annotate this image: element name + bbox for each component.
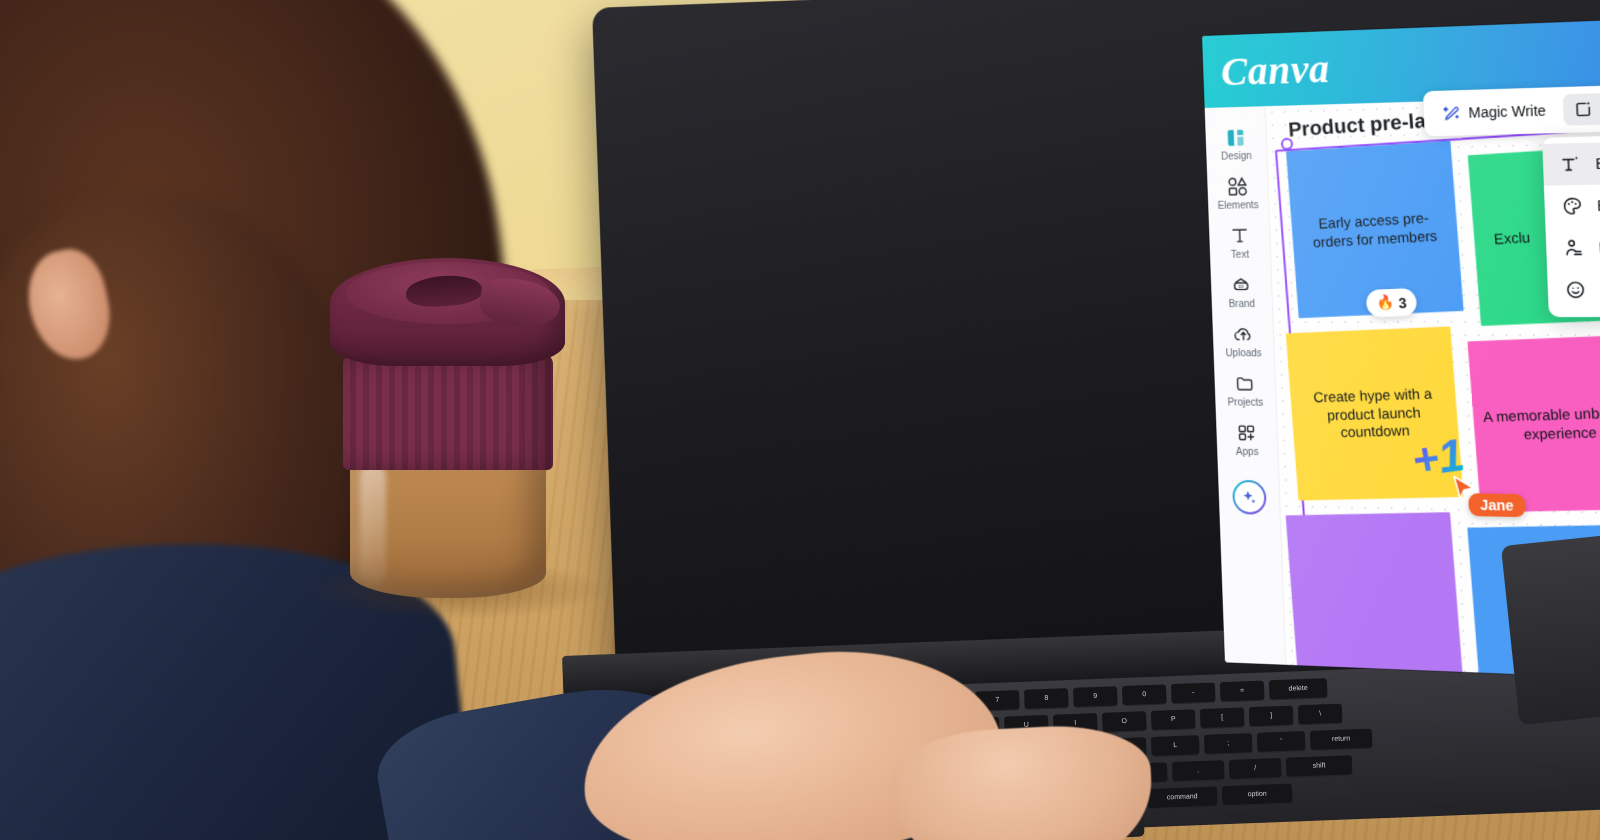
keyboard-key[interactable]: 8 [1023,688,1069,710]
keyboard-key[interactable]: shift [1285,755,1353,778]
magic-write-label: Magic Write [1468,102,1547,121]
sort-menu-label: By topic [1595,153,1600,173]
sidebar-item-text[interactable]: Text [1210,217,1269,267]
sidebar-item-uploads[interactable]: Uploads [1214,316,1273,365]
elements-icon [1209,175,1267,198]
keyboard-key[interactable]: ; [1203,733,1253,755]
uploads-icon [1214,323,1272,345]
sidebar-label-design: Design [1220,150,1252,163]
sidebar-label-apps: Apps [1235,446,1259,459]
keyboard-key[interactable]: 0 [1121,684,1167,707]
smiley-icon [1564,279,1586,300]
sort-menu-item-by-topic[interactable]: By topic [1542,138,1600,186]
sidebar-label-projects: Projects [1227,397,1264,409]
keyboard-key[interactable]: [ [1199,707,1245,730]
sidebar-label-uploads: Uploads [1225,348,1262,360]
keyboard-key[interactable]: L [1150,735,1200,757]
sparkle-icon [1243,490,1256,504]
sticky-note-text: Exclu [1493,228,1531,248]
reaction-count: 3 [1397,293,1408,311]
sticky-note-text: Early access pre-orders for members [1312,209,1438,250]
keyboard-key[interactable]: return [1309,728,1373,751]
keyboard-key[interactable]: = [1219,680,1265,703]
coffee-cup [330,258,565,598]
cursor-label-jane: Jane [1468,493,1526,518]
reaction-badge-fire[interactable]: 🔥 3 [1365,287,1418,318]
magic-pen-icon [1442,104,1461,123]
magic-write-button[interactable]: Magic Write [1432,95,1558,130]
text-sort-icon [1560,156,1579,175]
sort-button[interactable]: Sort [1562,92,1600,126]
keyboard-key[interactable]: \ [1297,703,1343,726]
sidebar-label-brand: Brand [1228,298,1256,311]
design-icon [1207,125,1265,149]
text-icon [1210,224,1268,247]
keyboard-key[interactable]: / [1228,757,1282,780]
sort-icon [1573,101,1593,119]
sidebar-item-apps[interactable]: Apps [1217,414,1276,464]
canva-logo[interactable]: Canva [1220,44,1330,95]
keyboard-key[interactable]: - [1170,682,1216,705]
sidebar-label-text: Text [1230,249,1250,261]
laptop: `1234567890-=deletetabQWERTYUIOP[]\capsA… [368,0,1600,840]
keyboard-key[interactable]: ' [1256,731,1306,753]
person-icon [1563,237,1585,258]
sort-dropdown-menu: By topic By color [1542,132,1600,318]
palette-icon [1561,195,1583,216]
desk-side-object [1500,534,1600,726]
sidebar-item-projects[interactable]: Projects [1216,365,1275,415]
keyboard-key[interactable]: ] [1248,705,1294,728]
sidebar-item-design[interactable]: Design [1207,118,1266,169]
sidebar-item-brand[interactable]: co Brand [1212,267,1271,317]
cup-highlight [360,464,386,584]
keyboard-key[interactable]: option [1221,783,1293,807]
svg-text:co: co [1238,285,1244,290]
keyboard-key[interactable]: P [1150,709,1196,731]
sort-menu-item-by-reactions[interactable]: By reactions [1547,267,1600,311]
sticky-note-text: A memorable unboxing experience [1482,403,1600,443]
sort-menu-item-by-color[interactable]: By color [1544,181,1600,227]
keyboard-key[interactable]: delete [1268,678,1328,701]
brand-icon: co [1212,274,1270,297]
keyboard-key[interactable]: O [1101,711,1147,733]
fire-emoji: 🔥 [1375,293,1395,312]
keyboard-key[interactable]: . [1171,760,1225,783]
sort-menu-item-by-name[interactable]: By name [1545,224,1600,269]
cup-grip-band [343,354,553,470]
sticky-note[interactable] [1285,512,1463,678]
photo-scene: `1234567890-=deletetabQWERTYUIOP[]\capsA… [0,0,1600,840]
projects-icon [1216,372,1274,394]
sticky-note[interactable]: A memorable unboxing experience [1467,334,1600,513]
magic-studio-button[interactable] [1231,479,1267,515]
sidebar-label-elements: Elements [1217,200,1259,212]
apps-icon [1218,421,1276,444]
keyboard-key[interactable]: 9 [1072,686,1118,708]
sidebar-item-elements[interactable]: Elements [1208,168,1267,218]
keyboard-key[interactable]: command [1146,786,1218,810]
